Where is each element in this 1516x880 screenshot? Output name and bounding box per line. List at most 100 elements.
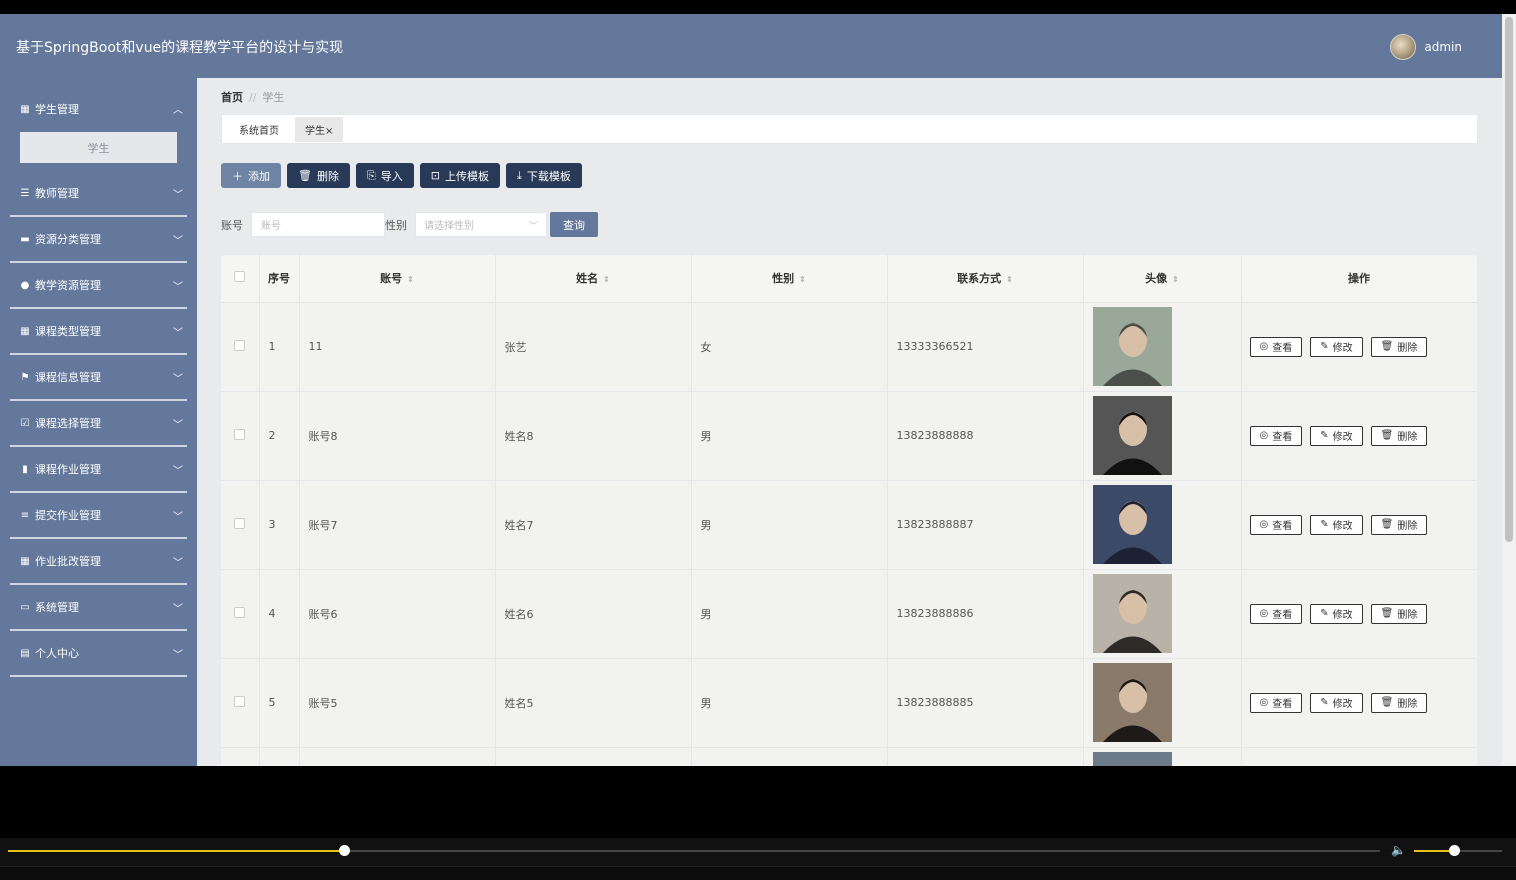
view-button[interactable]: ◎ 查看	[1249, 603, 1303, 624]
view-button[interactable]: ◎ 查看	[1249, 336, 1303, 357]
scrollbar-thumb[interactable]	[1505, 17, 1513, 542]
sidebar-item-2[interactable]: ▬ 资源分类管理 ﹀	[10, 217, 187, 263]
toolbar: ＋ 添加 🗑 删除 ⎘ 导入 ⊡ 上传模板 ⤓ 下载模板	[221, 163, 582, 188]
user-menu[interactable]: admin	[1390, 34, 1462, 60]
sidebar-item-6[interactable]: ☑ 课程选择管理 ﹀	[10, 401, 187, 447]
volume-icon[interactable]: 🔈	[1391, 843, 1406, 857]
sidebar-item-5[interactable]: ⚑ 课程信息管理 ﹀	[10, 355, 187, 401]
query-button[interactable]: 查询	[550, 212, 598, 237]
chevron-down-icon: ﹀	[173, 558, 183, 569]
sidebar-item-8[interactable]: ≡ 提交作业管理 ﹀	[10, 493, 187, 539]
upload-template-button[interactable]: ⊡ 上传模板	[419, 163, 500, 188]
sidebar-item-3[interactable]: ● 教学资源管理 ﹀	[10, 263, 187, 309]
edit-button[interactable]: ✎ 修改	[1310, 692, 1363, 713]
edit-button[interactable]: ✎ 修改	[1310, 425, 1363, 446]
avatar-photo	[1092, 752, 1172, 766]
row-delete-button[interactable]: 🗑 删除	[1370, 603, 1428, 624]
sidebar-item-label: 教学资源管理	[35, 279, 101, 292]
add-button[interactable]: ＋ 添加	[221, 163, 281, 188]
row-delete-button[interactable]: 🗑 删除	[1370, 514, 1428, 535]
sidebar-item-1[interactable]: ☰ 教师管理 ﹀	[10, 171, 187, 217]
edit-button[interactable]: ✎ 修改	[1310, 336, 1363, 357]
edit-button[interactable]: ✎ 修改	[1310, 514, 1363, 535]
page-scrollbar[interactable]	[1502, 14, 1516, 766]
table-row[interactable]: 4 账号6 姓名6 男 13823888886 ◎ 查看 ✎ 修改 🗑 删除	[221, 569, 1477, 659]
row-checkbox[interactable]	[234, 428, 246, 440]
sidebar-item-7[interactable]: ▮ 课程作业管理 ﹀	[10, 447, 187, 493]
sidebar-item-9[interactable]: ▦ 作业批改管理 ﹀	[10, 539, 187, 585]
volume-handle[interactable]	[1448, 845, 1460, 856]
grid-icon: ▦	[20, 325, 30, 337]
sidebar-item-10[interactable]: ▭ 系统管理 ﹀	[10, 585, 187, 631]
view-button[interactable]: ◎ 查看	[1249, 425, 1303, 446]
col-account[interactable]: 账号 ⇕	[299, 255, 496, 303]
tab-home[interactable]: 系统首页	[229, 117, 289, 142]
edit-button-label: 修改	[1332, 699, 1353, 710]
row-delete-button[interactable]: 🗑 删除	[1370, 692, 1428, 713]
table-row[interactable]: 1 11 张艺 女 13333366521 ◎ 查看 ✎ 修改 🗑 删除	[221, 302, 1477, 392]
row-checkbox-cell[interactable]	[221, 658, 260, 748]
username[interactable]: admin	[1424, 40, 1462, 54]
tab-student[interactable]: 学生×	[295, 116, 344, 142]
sort-icon[interactable]: ⇕	[603, 275, 610, 284]
eye-icon: ◎	[1259, 697, 1269, 708]
cell-avatar	[1083, 391, 1242, 481]
row-checkbox[interactable]	[234, 606, 246, 618]
row-checkbox-cell[interactable]	[221, 391, 260, 481]
account-input[interactable]: 账号	[251, 212, 385, 237]
col-name-label: 姓名	[576, 272, 599, 286]
avatar-photo[interactable]	[1092, 574, 1172, 653]
col-avatar[interactable]: 头像 ⇕	[1083, 255, 1242, 303]
sort-icon[interactable]: ⇕	[1006, 275, 1013, 284]
main-content: 首页//学生 系统首页 学生× ＋添加 🗑 删除 ⎘ 导入 ⊡ 上传模板 ⤓ 下载模板 …	[197, 78, 1502, 766]
download-template-button[interactable]: ⤓ 下载模板	[506, 163, 582, 188]
edit-button[interactable]: ✎ 修改	[1310, 603, 1363, 624]
view-button[interactable]: ◎ 查看	[1249, 514, 1303, 535]
row-checkbox-cell[interactable]	[221, 302, 260, 392]
view-button[interactable]: ◎ 查看	[1249, 692, 1303, 713]
breadcrumb-home[interactable]: 首页	[221, 91, 243, 104]
checkbox-icon: ☑	[20, 417, 30, 429]
seek-bar[interactable]	[8, 845, 1380, 856]
avatar-photo[interactable]	[1092, 307, 1172, 386]
sort-icon[interactable]: ⇕	[407, 275, 414, 284]
table-row[interactable]: 3 账号7 姓名7 男 13823888887 ◎ 查看 ✎ 修改 🗑 删除	[221, 480, 1477, 570]
import-button[interactable]: ⎘ 导入	[355, 163, 414, 188]
avatar-photo[interactable]	[1092, 396, 1172, 475]
user-avatar[interactable]	[1390, 34, 1417, 60]
trash-icon: 🗑	[1380, 341, 1394, 352]
gender-select[interactable]: 请选择性别 ﹀	[415, 212, 547, 237]
sidebar-item-label: 系统管理	[35, 601, 79, 614]
row-checkbox[interactable]	[234, 339, 246, 351]
row-checkbox[interactable]	[234, 695, 246, 707]
avatar-photo[interactable]	[1092, 485, 1172, 564]
chevron-down-icon: ﹀	[173, 512, 183, 523]
avatar-photo[interactable]	[1092, 663, 1172, 742]
select-all-checkbox[interactable]	[234, 271, 246, 283]
row-delete-button[interactable]: 🗑 删除	[1370, 425, 1428, 446]
col-phone[interactable]: 联系方式 ⇕	[887, 255, 1084, 303]
close-icon[interactable]: ×	[325, 126, 333, 137]
delete-button[interactable]: 🗑 删除	[287, 163, 350, 188]
chevron-down-icon: ﹀	[173, 604, 183, 615]
col-gender[interactable]: 性别 ⇕	[691, 255, 888, 303]
row-checkbox-cell[interactable]	[221, 480, 260, 570]
sidebar-item-0[interactable]: ▦ 学生管理 ︿	[10, 86, 187, 132]
cell-index: 4	[259, 569, 300, 659]
row-checkbox[interactable]	[234, 517, 246, 529]
sort-icon[interactable]: ⇕	[799, 275, 806, 284]
col-name[interactable]: 姓名 ⇕	[495, 255, 692, 303]
sidebar-item-11[interactable]: ▤ 个人中心 ﹀	[10, 631, 187, 677]
select-all-checkbox-cell[interactable]	[221, 255, 260, 303]
view-button-label: 查看	[1272, 699, 1293, 710]
sort-icon[interactable]: ⇕	[1172, 275, 1179, 284]
sidebar-item-4[interactable]: ▦ 课程类型管理 ﹀	[10, 309, 187, 355]
tab-student-label: 学生	[305, 125, 325, 137]
row-checkbox-cell[interactable]	[221, 569, 260, 659]
table-row[interactable]: 5 账号5 姓名5 男 13823888885 ◎ 查看 ✎ 修改 🗑 删除	[221, 658, 1477, 748]
seek-handle[interactable]	[339, 845, 351, 856]
volume-slider[interactable]	[1414, 845, 1502, 856]
row-delete-button[interactable]: 🗑 删除	[1370, 336, 1428, 357]
table-row[interactable]: 2 账号8 姓名8 男 13823888888 ◎ 查看 ✎ 修改 🗑 删除	[221, 391, 1477, 481]
sidebar-subitem-student[interactable]: 学生	[20, 132, 177, 163]
